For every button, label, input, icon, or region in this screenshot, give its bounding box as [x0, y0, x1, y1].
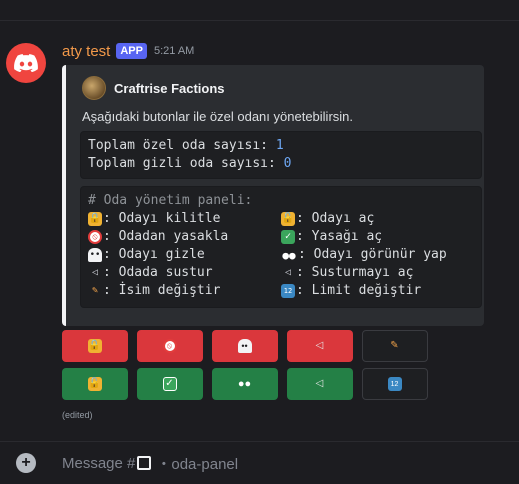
stat-private-value: 1: [275, 138, 284, 153]
stat-private-label: Toplam özel oda sayısı:: [88, 138, 276, 153]
embed-card: Craftrise Factions Aşağıdaki butonlar il…: [62, 65, 484, 326]
panel-item-label: : Odada sustur: [103, 265, 213, 280]
unmute-button[interactable]: ◁: [287, 368, 353, 400]
panel-item-label: : Odayı aç: [296, 211, 375, 226]
message-composer[interactable]: + Message # ・oda-panel: [0, 442, 519, 484]
ghost-icon: ••: [88, 248, 102, 262]
panel-item-label: : Odayı görünür yap: [298, 247, 447, 262]
no-entry-icon: ⦸: [162, 339, 177, 353]
panel-row: ⦸: Odadan yasakla ✓: Yasağı aç: [88, 228, 474, 246]
mute-button[interactable]: ◁: [287, 330, 353, 362]
embed-description: Aşağıdaki butonlar ile özel odanı yönete…: [82, 109, 354, 124]
button-row-2: 🔓 ✓ ●● ◁ 12: [62, 368, 428, 400]
panel-item-label: : Susturmayı aç: [296, 265, 414, 280]
discord-logo-icon: [14, 54, 38, 72]
stat-hidden-row: Toplam gizli oda sayısı: 0: [88, 155, 474, 173]
button-row-1: 🔒 ⦸ •• ◁ ✎: [62, 330, 428, 362]
panel-title: # Oda yönetim paneli:: [88, 193, 253, 208]
message-header: aty test APP 5:21 AM: [62, 42, 194, 60]
channel-icon: [137, 456, 152, 470]
panel-codeblock: # Oda yönetim paneli: 🔒: Odayı kilitle 🔓…: [80, 186, 482, 308]
pencil-icon: ✎: [91, 285, 99, 296]
hide-button[interactable]: ••: [212, 330, 278, 362]
message-input[interactable]: Message # ・oda-panel: [62, 453, 238, 474]
stats-codeblock: Toplam özel oda sayısı: 1 Toplam gizli o…: [80, 131, 482, 179]
speaker-icon: ◁: [315, 378, 324, 389]
rename-button[interactable]: ✎: [362, 330, 428, 362]
stat-hidden-label: Toplam gizli oda sayısı:: [88, 156, 284, 171]
panel-row: ✎ : İsim değiştir 12: Limit değiştir: [88, 282, 474, 300]
numbers-icon: 12: [387, 377, 402, 391]
embed-author-name: Craftrise Factions: [114, 80, 225, 96]
unlock-icon: 🔓: [87, 377, 102, 391]
edited-label: (edited): [62, 410, 93, 420]
mute-icon: ◁: [91, 267, 99, 278]
mute-icon: ◁: [315, 340, 324, 351]
panel-item-label: : Limit değiştir: [296, 283, 422, 298]
no-entry-icon: ⦸: [88, 230, 102, 244]
embed-author: Craftrise Factions: [82, 76, 225, 100]
panel-item-label: : Yasağı aç: [296, 229, 383, 244]
bot-avatar[interactable]: [6, 43, 46, 83]
panel-item-label: : Odadan yasakla: [103, 229, 229, 244]
message-timestamp[interactable]: 5:21 AM: [154, 45, 194, 57]
show-button[interactable]: ●●: [212, 368, 278, 400]
stat-hidden-value: 0: [283, 156, 292, 171]
panel-row: ◁ : Odada sustur ◁ : Susturmayı aç: [88, 264, 474, 282]
panel-item-label: : Odayı gizle: [103, 247, 205, 262]
lock-icon: 🔒: [88, 212, 102, 226]
pencil-icon: ✎: [390, 340, 399, 351]
numbers-icon: 12: [281, 284, 295, 298]
check-icon: ✓: [162, 377, 177, 391]
limit-button[interactable]: 12: [362, 368, 428, 400]
app-badge: APP: [116, 43, 147, 59]
server-icon: [82, 76, 106, 100]
lock-button[interactable]: 🔒: [62, 330, 128, 362]
top-divider: [0, 20, 519, 21]
panel-row: ••: Odayı gizle ●●: Odayı görünür yap: [88, 246, 474, 264]
unlock-button[interactable]: 🔓: [62, 368, 128, 400]
composer-channel: ・oda-panel: [156, 455, 239, 473]
eyes-icon: ●●: [237, 377, 252, 390]
plus-icon: +: [21, 454, 31, 471]
speaker-icon: ◁: [284, 267, 292, 278]
composer-prefix: Message #: [62, 454, 136, 472]
ghost-icon: ••: [237, 339, 252, 353]
unlock-icon: 🔓: [281, 212, 295, 226]
panel-item-label: : Odayı kilitle: [103, 211, 221, 226]
unban-button[interactable]: ✓: [137, 368, 203, 400]
ban-button[interactable]: ⦸: [137, 330, 203, 362]
panel-row: 🔒: Odayı kilitle 🔓: Odayı aç: [88, 210, 474, 228]
add-attachment-button[interactable]: +: [16, 453, 36, 473]
lock-icon: 🔒: [87, 339, 102, 353]
panel-item-label: : İsim değiştir: [103, 283, 221, 298]
eyes-icon: ●●: [282, 248, 296, 262]
check-icon: ✓: [281, 230, 295, 244]
author-name[interactable]: aty test: [62, 43, 110, 60]
stat-private-row: Toplam özel oda sayısı: 1: [88, 137, 474, 155]
